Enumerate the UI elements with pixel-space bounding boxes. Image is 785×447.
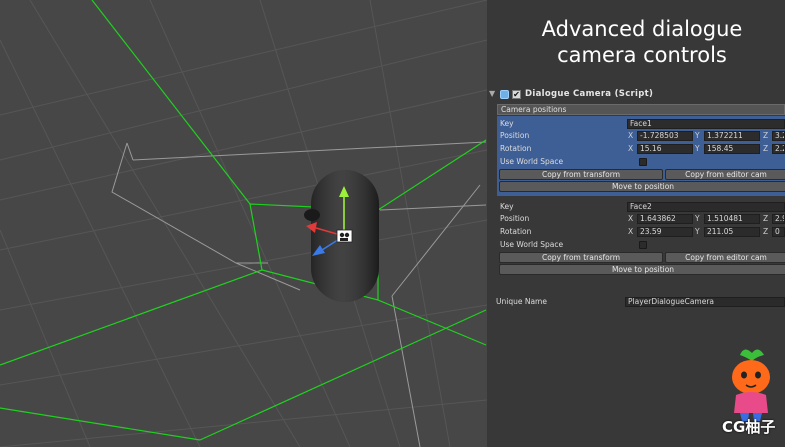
axis-y-label: Y: [695, 131, 700, 140]
script-icon: [500, 89, 509, 99]
headline-line-1: Advanced dialogue: [541, 17, 743, 41]
world-space-toggle[interactable]: [639, 158, 647, 166]
axis-x-label: X: [628, 227, 634, 236]
copy-buttons-row: Copy from transform Copy from editor cam: [497, 168, 785, 180]
key-row: Key Face2: [497, 201, 785, 213]
world-space-label: Use World Space: [500, 157, 564, 166]
copy-buttons-row: Copy from transform Copy from editor cam: [497, 251, 785, 263]
rotation-y-field[interactable]: 158.45: [704, 144, 760, 154]
key-label: Key: [500, 119, 514, 128]
axis-z-label: Z: [763, 131, 769, 140]
headline-line-2: camera controls: [557, 43, 727, 67]
copy-from-transform-button[interactable]: Copy from transform: [499, 252, 663, 263]
position-label: Position: [500, 214, 530, 223]
axis-z-label: Z: [763, 144, 769, 153]
position-x-field[interactable]: 1.643862: [637, 214, 693, 224]
move-to-position-button[interactable]: Move to position: [499, 181, 785, 192]
rotation-row: Rotation X 23.59 Y 211.05 Z 0: [497, 226, 785, 238]
axis-y-label: Y: [695, 214, 700, 223]
unique-name-row: Unique Name PlayerDialogueCamera: [495, 296, 785, 308]
position-x-field[interactable]: -1.728503: [637, 131, 693, 141]
key-field[interactable]: Face2: [627, 202, 785, 212]
camera-positions-header[interactable]: Camera positions: [497, 104, 785, 115]
rotation-label: Rotation: [500, 144, 532, 153]
axis-y-label: Y: [695, 144, 700, 153]
component-header[interactable]: ▼ ✔ Dialogue Camera (Script): [487, 86, 785, 102]
position-row: Position X 1.643862 Y 1.510481 Z 2.9: [497, 213, 785, 225]
rotation-z-field[interactable]: 2.2: [772, 144, 785, 154]
key-row: Key Face1: [497, 118, 785, 130]
axis-x-label: X: [628, 144, 634, 153]
rotation-label: Rotation: [500, 227, 532, 236]
unique-name-field[interactable]: PlayerDialogueCamera: [625, 297, 785, 307]
rotation-x-field[interactable]: 15.16: [637, 144, 693, 154]
scene-view[interactable]: [0, 0, 487, 447]
camera-position-entry-2[interactable]: Key Face2 Position X 1.643862 Y 1.510481…: [497, 199, 785, 279]
move-row: Move to position: [497, 263, 785, 275]
copy-from-editor-camera-button[interactable]: Copy from editor cam: [665, 169, 785, 180]
axis-z-label: Z: [763, 214, 769, 223]
copy-from-transform-button[interactable]: Copy from transform: [499, 169, 663, 180]
position-y-field[interactable]: 1.372211: [704, 131, 760, 141]
axis-x-label: X: [628, 214, 634, 223]
axis-y-label: Y: [695, 227, 700, 236]
rotation-x-field[interactable]: 23.59: [637, 227, 693, 237]
position-y-field[interactable]: 1.510481: [704, 214, 760, 224]
headline: Advanced dialogue camera controls: [487, 16, 785, 68]
position-z-field[interactable]: 3.2: [772, 131, 785, 141]
rotation-z-field[interactable]: 0: [772, 227, 785, 237]
unique-name-label: Unique Name: [496, 297, 547, 306]
move-to-position-button[interactable]: Move to position: [499, 264, 785, 275]
foldout-arrow-icon[interactable]: ▼: [489, 89, 499, 99]
copy-from-editor-camera-button[interactable]: Copy from editor cam: [665, 252, 785, 263]
watermark-text: CG柚子: [722, 418, 776, 436]
component-enabled-checkbox[interactable]: ✔: [512, 89, 521, 99]
key-label: Key: [500, 202, 514, 211]
rotation-y-field[interactable]: 211.05: [704, 227, 760, 237]
position-z-field[interactable]: 2.9: [772, 214, 785, 224]
position-row: Position X -1.728503 Y 1.372211 Z 3.2: [497, 130, 785, 142]
rotation-row: Rotation X 15.16 Y 158.45 Z 2.2: [497, 143, 785, 155]
camera-gizmo-icon[interactable]: [336, 229, 353, 243]
axis-z-label: Z: [763, 227, 769, 236]
world-space-label: Use World Space: [500, 240, 564, 249]
scene-grid: [0, 0, 487, 447]
world-space-row: Use World Space: [497, 239, 785, 251]
position-label: Position: [500, 131, 530, 140]
key-field[interactable]: Face1: [627, 119, 785, 129]
move-row: Move to position: [497, 180, 785, 192]
camera-frustum: [0, 0, 487, 441]
component-title: Dialogue Camera (Script): [525, 89, 654, 99]
world-space-row: Use World Space: [497, 156, 785, 168]
axis-x-label: X: [628, 131, 634, 140]
camera-position-entry-1[interactable]: Key Face1 Position X -1.728503 Y 1.37221…: [497, 116, 785, 196]
world-space-toggle[interactable]: [639, 241, 647, 249]
